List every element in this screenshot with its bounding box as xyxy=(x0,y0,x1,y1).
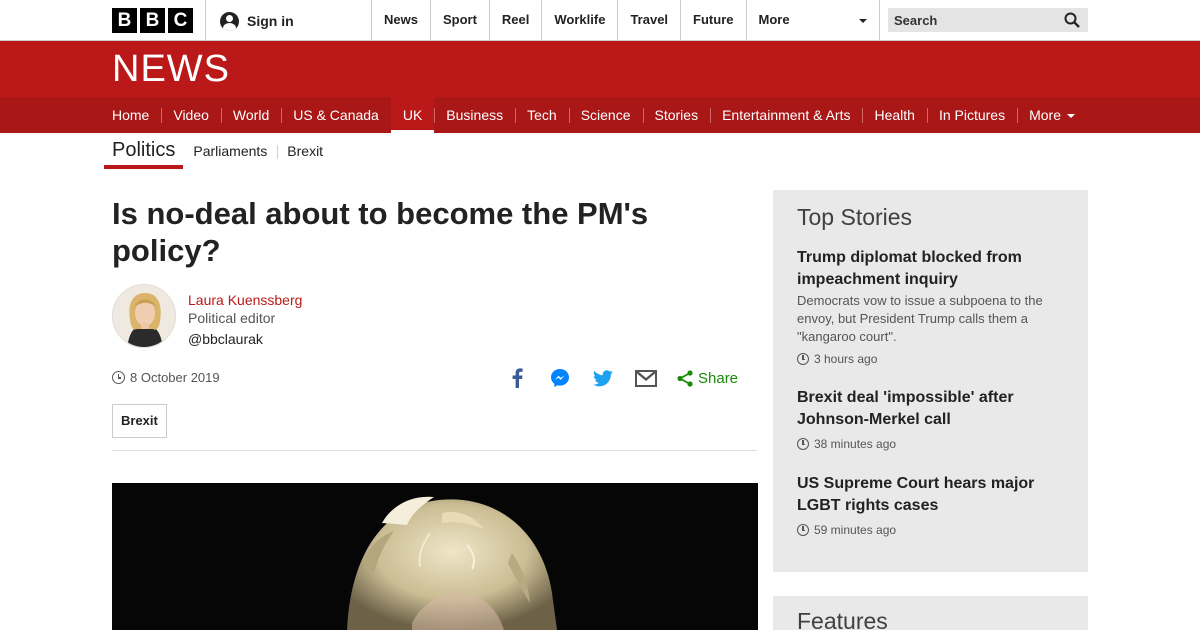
features-panel: Features xyxy=(773,596,1088,630)
news-banner: NEWS xyxy=(0,41,1200,97)
global-header: B B C Sign in News Sport Reel Worklife T… xyxy=(0,0,1200,41)
bbc-logo-letter: C xyxy=(168,8,193,33)
share-label: Share xyxy=(698,369,739,387)
messenger-icon[interactable] xyxy=(548,366,572,390)
search-icon[interactable] xyxy=(1064,12,1080,28)
news-nav-entertainment-arts[interactable]: Entertainment & Arts xyxy=(710,97,862,133)
top-story-time: 38 minutes ago xyxy=(814,437,897,451)
bbc-logo[interactable]: B B C xyxy=(112,8,193,33)
top-story-title[interactable]: Trump diplomat blocked from impeachment … xyxy=(797,247,1072,291)
hero-photo xyxy=(112,483,758,630)
author-byline: Laura Kuenssberg Political editor @bbcla… xyxy=(188,292,302,347)
top-story-timestamp: 38 minutes ago xyxy=(797,437,1072,451)
secondary-nav-parliaments[interactable]: Parliaments xyxy=(183,143,277,159)
clock-icon xyxy=(112,371,125,384)
sign-in-label: Sign in xyxy=(247,13,294,29)
news-nav-in-pictures[interactable]: In Pictures xyxy=(926,97,1017,133)
global-nav-future[interactable]: Future xyxy=(680,0,745,40)
features-heading: Features xyxy=(797,608,888,630)
clock-icon xyxy=(797,438,809,450)
share-icon xyxy=(677,369,693,387)
article-date: 8 October 2019 xyxy=(112,370,220,385)
twitter-icon[interactable] xyxy=(591,366,615,390)
news-nav-world[interactable]: World xyxy=(220,97,281,133)
news-nav-more-label: More xyxy=(1029,107,1061,123)
news-nav-home[interactable]: Home xyxy=(112,97,161,133)
bbc-logo-letter: B xyxy=(140,8,165,33)
news-nav-science[interactable]: Science xyxy=(568,97,643,133)
share-button[interactable]: Share xyxy=(677,370,738,387)
news-nav-tech[interactable]: Tech xyxy=(515,97,569,133)
top-story-time: 59 minutes ago xyxy=(814,523,897,537)
chevron-down-icon xyxy=(858,19,867,23)
global-nav-news[interactable]: News xyxy=(371,0,430,40)
user-icon xyxy=(220,11,239,31)
article-date-text: 8 October 2019 xyxy=(130,370,220,385)
top-story-timestamp: 3 hours ago xyxy=(797,352,1072,366)
news-nav-business[interactable]: Business xyxy=(434,97,515,133)
search-input[interactable] xyxy=(888,8,1058,32)
clock-icon xyxy=(797,353,809,365)
global-nav-reel[interactable]: Reel xyxy=(488,0,541,40)
top-story-title[interactable]: US Supreme Court hears major LGBT rights… xyxy=(797,473,1072,517)
news-section-title[interactable]: NEWS xyxy=(112,49,230,89)
global-nav-more-button[interactable]: More xyxy=(745,0,880,40)
share-tools: Share xyxy=(505,366,738,390)
top-story-title[interactable]: Brexit deal 'impossible' after Johnson-M… xyxy=(797,387,1072,431)
sign-in-button[interactable]: Sign in xyxy=(220,10,294,32)
search-box xyxy=(888,8,1088,32)
global-nav-more-label: More xyxy=(758,12,790,27)
top-story-item[interactable]: Trump diplomat blocked from impeachment … xyxy=(797,247,1072,366)
top-stories-panel: Top Stories Trump diplomat blocked from … xyxy=(773,190,1088,572)
top-story-item[interactable]: US Supreme Court hears major LGBT rights… xyxy=(797,473,1072,537)
news-nav-uk[interactable]: UK xyxy=(390,97,435,133)
author-portrait-image xyxy=(113,285,175,347)
secondary-nav: Politics Parliaments Brexit xyxy=(104,133,333,169)
divider xyxy=(112,450,757,451)
global-nav-sport[interactable]: Sport xyxy=(429,0,489,40)
article-headline: Is no-deal about to become the PM's poli… xyxy=(112,196,649,268)
top-story-time: 3 hours ago xyxy=(814,352,878,366)
top-story-timestamp: 59 minutes ago xyxy=(797,523,1072,537)
author-role: Political editor xyxy=(188,310,276,326)
article-hero-image xyxy=(112,483,758,630)
news-nav-more-button[interactable]: More xyxy=(1017,97,1087,133)
divider xyxy=(205,0,206,40)
author-name-link[interactable]: Laura Kuenssberg xyxy=(188,292,302,308)
global-nav: News Sport Reel Worklife Travel Future M… xyxy=(371,0,880,40)
secondary-nav-current[interactable]: Politics xyxy=(104,133,184,169)
chevron-down-icon xyxy=(1067,114,1075,119)
news-nav-stories[interactable]: Stories xyxy=(642,97,711,133)
bbc-logo-letter: B xyxy=(112,8,137,33)
top-stories-heading: Top Stories xyxy=(797,204,913,230)
topic-tag-brexit[interactable]: Brexit xyxy=(112,404,167,438)
news-nav-video[interactable]: Video xyxy=(161,97,221,133)
news-nav: Home Video World US & Canada UK Business Tech S… xyxy=(0,97,1200,133)
clock-icon xyxy=(797,524,809,536)
global-nav-travel[interactable]: Travel xyxy=(617,0,680,40)
global-nav-worklife[interactable]: Worklife xyxy=(541,0,617,40)
top-story-summary: Democrats vow to issue a subpoena to the… xyxy=(797,293,1043,344)
news-nav-health[interactable]: Health xyxy=(862,97,926,133)
news-nav-list: Home Video World US & Canada UK Business Tech S… xyxy=(112,97,1087,133)
news-nav-us-canada[interactable]: US & Canada xyxy=(281,97,391,133)
author-avatar xyxy=(112,284,176,348)
secondary-nav-brexit[interactable]: Brexit xyxy=(277,143,333,159)
email-icon[interactable] xyxy=(634,366,658,390)
facebook-icon[interactable] xyxy=(505,366,529,390)
top-story-item[interactable]: Brexit deal 'impossible' after Johnson-M… xyxy=(797,387,1072,451)
author-twitter-handle[interactable]: @bbclaurak xyxy=(188,331,302,347)
